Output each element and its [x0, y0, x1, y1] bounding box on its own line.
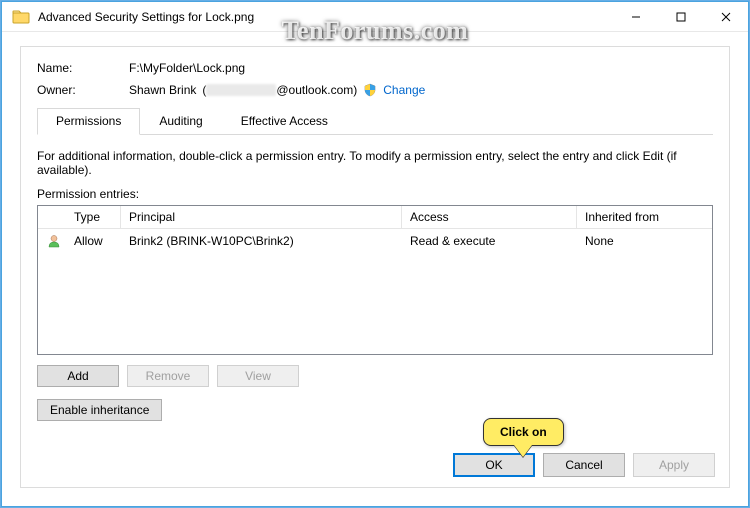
owner-name: Shawn Brink — [129, 83, 196, 97]
table-row[interactable]: Allow Brink2 (BRINK-W10PC\Brink2) Read &… — [38, 229, 712, 253]
owner-row: Owner: Shawn Brink (@outlook.com) Change — [37, 83, 713, 97]
tab-permissions[interactable]: Permissions — [37, 108, 140, 135]
user-icon — [38, 232, 66, 250]
cell-type: Allow — [66, 232, 121, 250]
name-label: Name: — [37, 61, 129, 75]
cancel-button[interactable]: Cancel — [543, 453, 625, 477]
maximize-button[interactable] — [658, 2, 703, 32]
annotation-callout: Click on — [483, 418, 564, 446]
change-owner-link[interactable]: Change — [383, 83, 425, 97]
close-button[interactable] — [703, 2, 748, 32]
cell-inherited: None — [577, 232, 712, 250]
window-title: Advanced Security Settings for Lock.png — [38, 10, 613, 24]
owner-redacted — [206, 84, 276, 96]
add-button[interactable]: Add — [37, 365, 119, 387]
uac-shield-icon — [363, 83, 377, 97]
folder-icon — [12, 8, 30, 26]
content-panel: Name: F:\MyFolder\Lock.png Owner: Shawn … — [20, 46, 730, 488]
window-frame: Advanced Security Settings for Lock.png … — [1, 1, 749, 507]
enable-inheritance-button[interactable]: Enable inheritance — [37, 399, 162, 421]
owner-label: Owner: — [37, 83, 129, 97]
minimize-button[interactable] — [613, 2, 658, 32]
titlebar: Advanced Security Settings for Lock.png — [2, 2, 748, 32]
col-inherited[interactable]: Inherited from — [577, 206, 712, 228]
col-principal[interactable]: Principal — [121, 206, 402, 228]
col-type[interactable]: Type — [66, 206, 121, 228]
view-button: View — [217, 365, 299, 387]
callout-text: Click on — [483, 418, 564, 446]
col-access[interactable]: Access — [402, 206, 577, 228]
tab-auditing[interactable]: Auditing — [140, 108, 221, 135]
name-value: F:\MyFolder\Lock.png — [129, 61, 245, 75]
table-header: Type Principal Access Inherited from — [38, 206, 712, 229]
cell-access: Read & execute — [402, 232, 577, 250]
info-text: For additional information, double-click… — [37, 149, 713, 177]
remove-button: Remove — [127, 365, 209, 387]
name-row: Name: F:\MyFolder\Lock.png — [37, 61, 713, 75]
entry-buttons: Add Remove View — [37, 365, 713, 387]
cell-principal: Brink2 (BRINK-W10PC\Brink2) — [121, 232, 402, 250]
permission-table[interactable]: Type Principal Access Inherited from All… — [37, 205, 713, 355]
permission-entries-label: Permission entries: — [37, 187, 713, 201]
apply-button: Apply — [633, 453, 715, 477]
dialog-footer: OK Cancel Apply — [453, 453, 715, 477]
owner-email-suffix: @outlook.com) — [276, 83, 357, 97]
tab-strip: Permissions Auditing Effective Access — [37, 107, 713, 135]
tab-effective-access[interactable]: Effective Access — [222, 108, 347, 135]
